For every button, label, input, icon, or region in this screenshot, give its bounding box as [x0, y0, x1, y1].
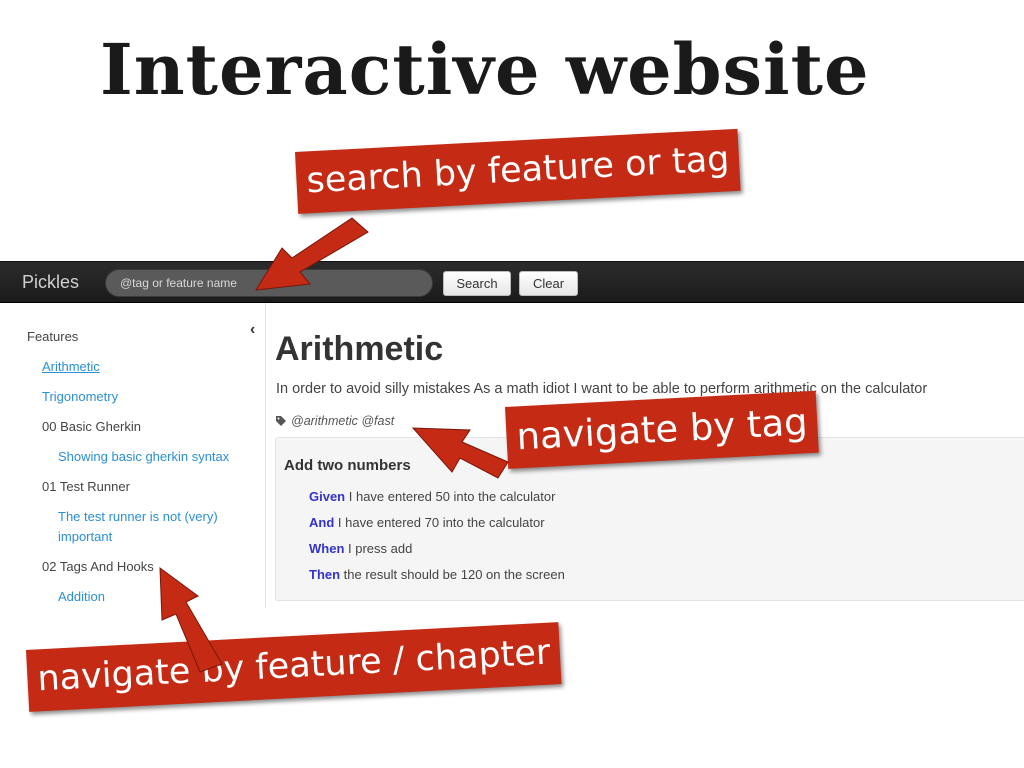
tag-icon: [276, 416, 286, 426]
sidebar-item-trigonometry[interactable]: Trigonometry: [42, 387, 118, 407]
callout-feature: navigate by feature / chapter: [26, 622, 562, 712]
callout-search: search by feature or tag: [295, 128, 741, 214]
sidebar-folder-test-runner[interactable]: 01 Test Runner: [42, 477, 130, 497]
search-input[interactable]: [105, 269, 433, 297]
navbar: Pickles Search Clear: [0, 261, 1024, 303]
sidebar-item-arithmetic[interactable]: Arithmetic: [42, 357, 100, 377]
sidebar-folder-tags-hooks[interactable]: 02 Tags And Hooks: [42, 557, 154, 577]
tag-links[interactable]: @arithmetic @fast: [291, 414, 394, 428]
search-button[interactable]: Search: [443, 271, 511, 296]
sidebar-heading: Features: [27, 329, 79, 344]
sidebar-item-test-runner[interactable]: The test runner is not (very): [58, 507, 218, 527]
sidebar-item-addition[interactable]: Addition: [58, 587, 105, 607]
scenario-step: Then the result should be 120 on the scr…: [309, 567, 565, 582]
scenario-step: Given I have entered 50 into the calcula…: [309, 489, 556, 504]
chevron-left-icon[interactable]: ‹: [250, 321, 255, 339]
clear-button[interactable]: Clear: [519, 271, 578, 296]
slide-title: Interactive website: [100, 28, 870, 111]
scenario-step: When I press add: [309, 541, 413, 556]
sidebar: Features ‹ Arithmetic Trigonometry 00 Ba…: [0, 303, 266, 608]
feature-description: In order to avoid silly mistakes As a ma…: [276, 381, 928, 397]
sidebar-item-basic-gherkin-syntax[interactable]: Showing basic gherkin syntax: [58, 447, 229, 467]
scenario-title: Add two numbers: [284, 457, 411, 474]
brand-logo[interactable]: Pickles: [22, 272, 79, 293]
scenario-step: And I have entered 70 into the calculato…: [309, 515, 545, 530]
scenario-panel: Add two numbers Given I have entered 50 …: [275, 437, 1024, 601]
feature-tags: @arithmetic @fast: [276, 414, 394, 428]
feature-title: Arithmetic: [275, 330, 444, 368]
sidebar-item-test-runner-cont[interactable]: important: [58, 527, 112, 547]
sidebar-folder-basic-gherkin[interactable]: 00 Basic Gherkin: [42, 417, 141, 437]
